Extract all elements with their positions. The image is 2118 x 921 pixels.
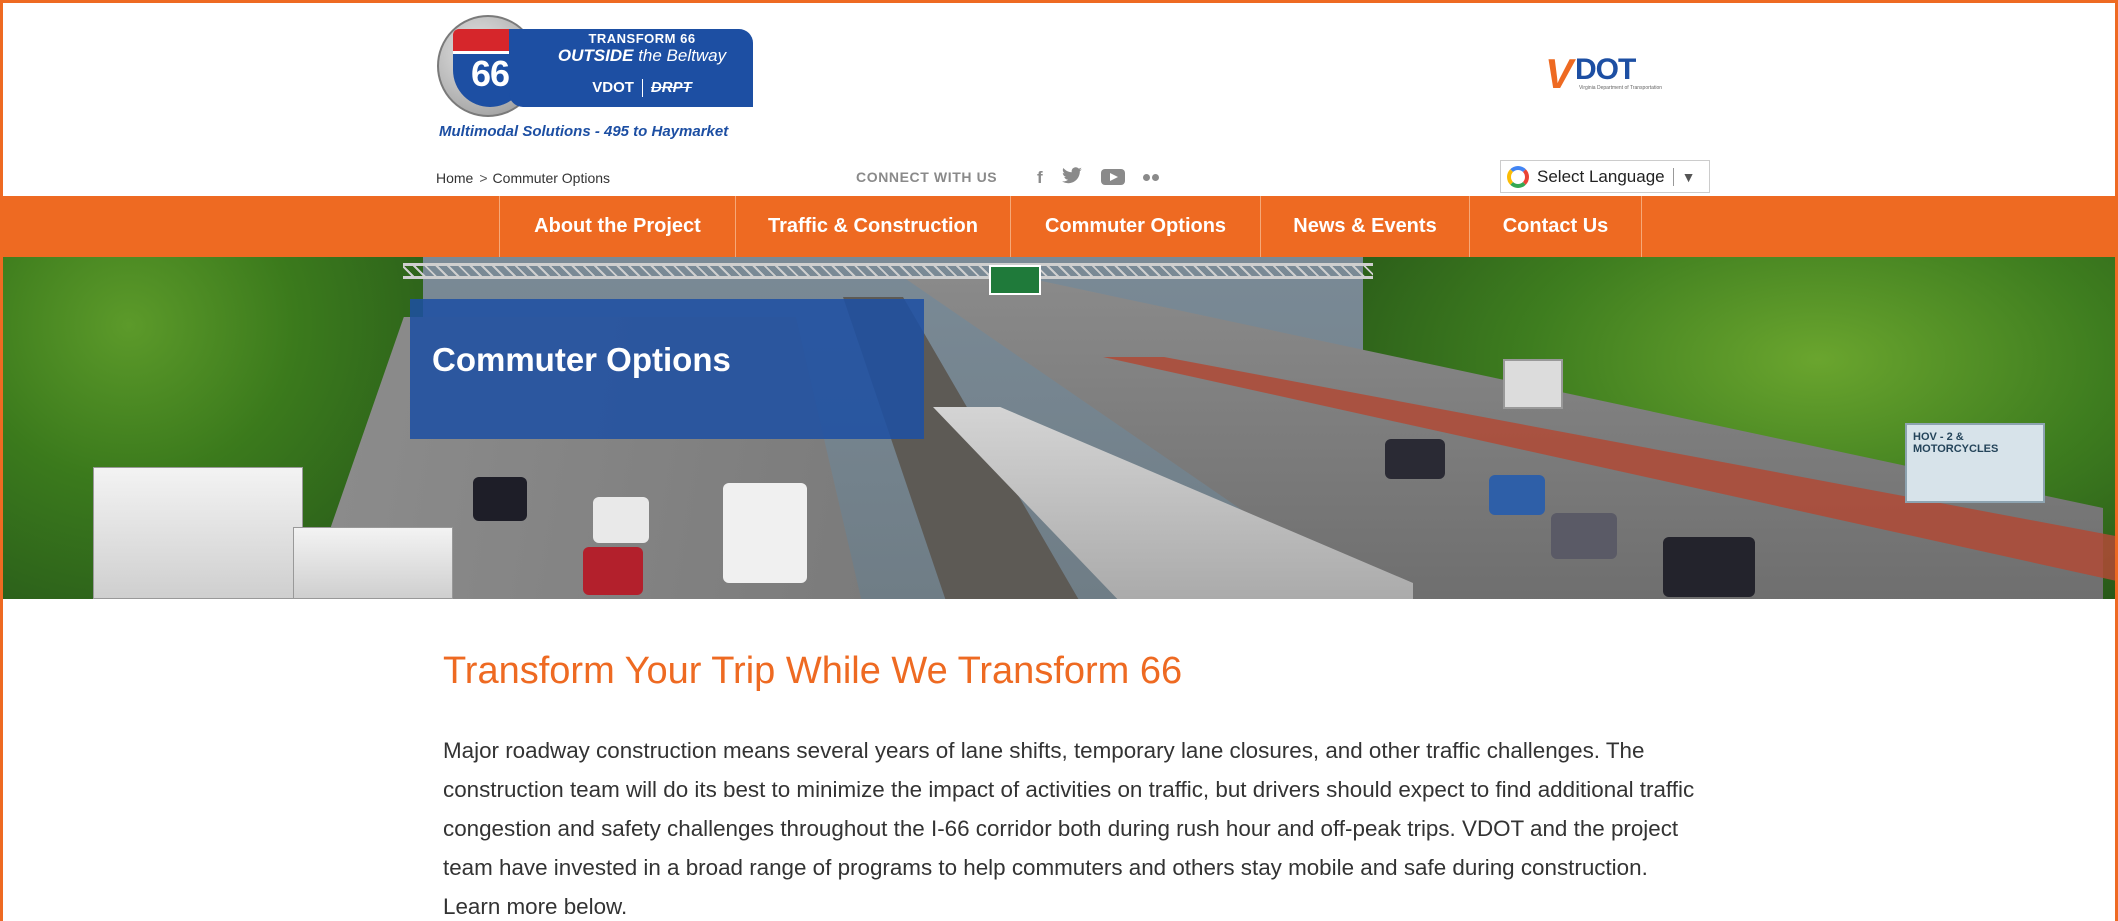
language-select-label: Select Language [1537, 166, 1665, 186]
hero-car [473, 477, 527, 521]
twitter-icon[interactable] [1061, 166, 1083, 188]
page-frame: 66 TRANSFORM 66 OUTSIDE the Beltway VDOT… [0, 0, 2118, 921]
drpt-mini-logo: DRPT [650, 79, 692, 96]
breadcrumb-current: Commuter Options [492, 170, 611, 186]
site-header: 66 TRANSFORM 66 OUTSIDE the Beltway VDOT… [3, 3, 2115, 196]
hero-car [1385, 439, 1445, 479]
hero-title: Commuter Options [432, 341, 731, 378]
dropdown-arrow-icon: ▼ [1681, 168, 1696, 185]
vdot-subtext: Virginia Department of Transportation [1579, 85, 1663, 91]
transform66-logo[interactable]: 66 TRANSFORM 66 OUTSIDE the Beltway VDOT… [437, 15, 753, 145]
hero-sign-gantry [403, 263, 1373, 279]
hero-car [1551, 513, 1617, 559]
intro-paragraph: Major roadway construction means several… [443, 738, 1695, 919]
page-heading: Transform Your Trip While We Transform 6… [443, 650, 1183, 692]
hero-car [1489, 475, 1545, 515]
google-icon [1507, 165, 1529, 188]
vdot-mark: V [1545, 50, 1574, 97]
hero-truck [93, 467, 303, 599]
facebook-icon[interactable]: f [1037, 169, 1043, 186]
hero-banner: HOV - 2 & MOTORCYCLES Commuter Options [3, 257, 2115, 599]
language-select[interactable]: Select Language ▼ [1500, 160, 1710, 193]
breadcrumb: Home > Commuter Options [436, 170, 610, 186]
banner-line1: TRANSFORM 66 [588, 31, 696, 46]
banner-line2: OUTSIDE the Beltway [557, 46, 727, 65]
nav-item-commuter-options[interactable]: Commuter Options [1010, 196, 1260, 257]
flickr-icon[interactable] [1142, 173, 1159, 181]
connect-label: CONNECT WITH US [856, 169, 998, 185]
hero-car [593, 497, 649, 543]
hero-car [1663, 537, 1755, 597]
social-links: f [1037, 163, 1159, 191]
logo-tagline: Multimodal Solutions - 495 to Haymarket [439, 123, 729, 140]
hero-truck [293, 527, 453, 599]
hero-white-sign [1503, 359, 1563, 409]
logo-banner: TRANSFORM 66 OUTSIDE the Beltway VDOT DRP… [509, 29, 753, 107]
hero-green-sign [989, 265, 1041, 295]
breadcrumb-home[interactable]: Home [436, 170, 473, 186]
vdot-logo[interactable]: V DOT Virginia Department of Transportat… [1545, 49, 1671, 95]
banner-partner-logos: VDOT DRPT [531, 79, 753, 103]
main-nav: About the Project Traffic & Construction… [3, 196, 2115, 257]
nav-item-contact[interactable]: Contact Us [1469, 196, 1642, 257]
vdot-mini-logo: VDOT [592, 79, 634, 96]
hero-hov-sign: HOV - 2 & MOTORCYCLES [1905, 423, 2045, 503]
hero-car [583, 547, 643, 595]
vdot-wordmark: DOT [1575, 53, 1636, 86]
nav-item-about[interactable]: About the Project [499, 196, 735, 257]
youtube-icon[interactable] [1100, 169, 1125, 185]
hero-title-box: Commuter Options [410, 299, 924, 439]
nav-item-news-events[interactable]: News & Events [1260, 196, 1469, 257]
breadcrumb-separator: > [479, 170, 488, 186]
hero-car [723, 483, 807, 583]
nav-item-traffic-construction[interactable]: Traffic & Construction [735, 196, 1010, 257]
